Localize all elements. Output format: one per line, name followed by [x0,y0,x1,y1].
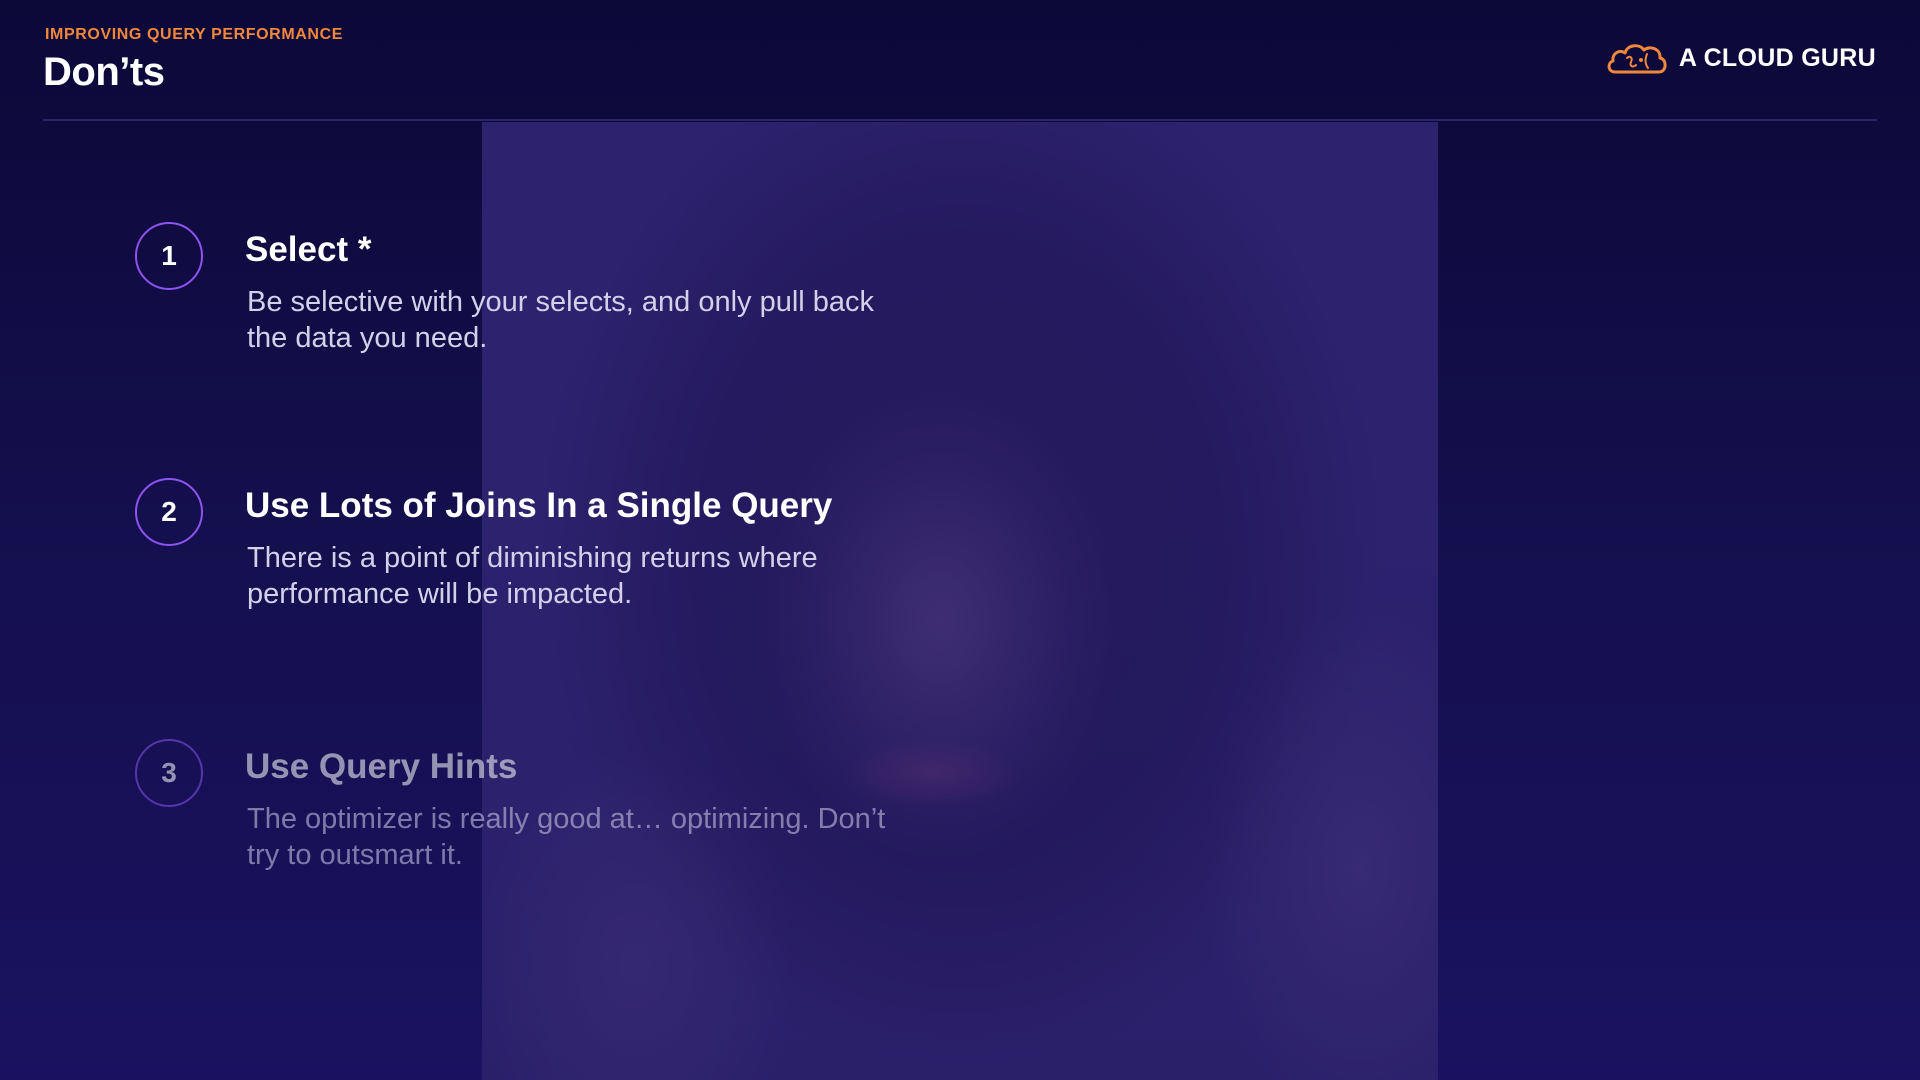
section-eyebrow: IMPROVING QUERY PERFORMANCE [45,26,344,43]
item-title: Select * [245,230,372,269]
item-description: There is a point of diminishing returns … [247,542,818,610]
brand-name: A CLOUD GURU [1678,43,1876,72]
step-number-badge: 1 [135,222,203,290]
cloud-logo-icon [1607,44,1667,74]
item-description: The optimizer is really good at… optimiz… [247,803,886,871]
brand-logo: A CLOUD GURU [1605,38,1876,78]
item-title: Use Lots of Joins In a Single Query [245,486,833,525]
item-title: Use Query Hints [245,747,518,786]
item-description: Be selective with your selects, and only… [247,286,875,354]
page-title: Don’ts [43,50,165,94]
header-divider [43,119,1877,121]
step-number-badge: 3 [135,739,203,807]
step-number-badge: 2 [135,478,203,546]
